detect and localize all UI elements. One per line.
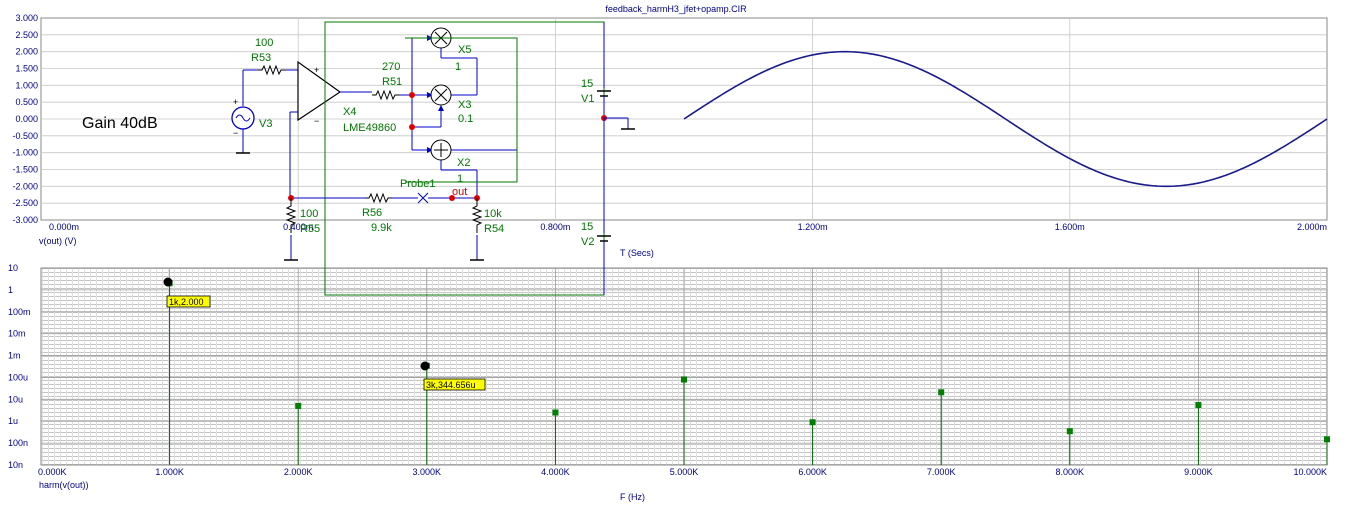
y-tick-label: 1.500 xyxy=(15,64,38,74)
x-tick-label: 1.000K xyxy=(155,467,184,477)
y-tick-label: -2.500 xyxy=(12,198,38,208)
cursor2-marker[interactable] xyxy=(420,361,430,371)
r56-value: 9.9k xyxy=(371,222,392,234)
simulation-canvas: feedback_harmH3_jfet+opamp.CIR 3.000 2.50… xyxy=(8,4,1330,502)
harmonic-x-ticks: 0.000K 1.000K 2.000K 3.000K 4.000K 5.000K 6.00… xyxy=(38,467,1327,477)
x-tick-label: 0.000K xyxy=(38,467,67,477)
x-tick-label: 10.000K xyxy=(1293,467,1327,477)
cursor1-marker[interactable] xyxy=(163,277,173,287)
r51-name: R51 xyxy=(382,76,402,88)
y-tick-label: 1.000 xyxy=(15,80,38,90)
x4-name: X4 xyxy=(343,106,356,118)
harmonic-plot: 10 1 100m 10m 1m 100u 10u 1u 100n 10n 0.000K 1.000… xyxy=(8,263,1330,502)
transient-x-axis-label: T (Secs) xyxy=(620,248,654,258)
v2-value: 15 xyxy=(581,221,593,233)
gain-label: Gain 40dB xyxy=(82,115,158,132)
harmonic-bar-marker xyxy=(1324,436,1330,443)
harmonic-trace-label: harm(v(out)) xyxy=(39,480,89,490)
x-tick-label: 3.000K xyxy=(413,467,442,477)
x-tick-label: 2.000K xyxy=(284,467,313,477)
y-tick-label: 10u xyxy=(8,394,23,404)
r56-name: R56 xyxy=(362,207,382,219)
x-tick-label: 1.200m xyxy=(798,222,828,232)
x4-part: LME49860 xyxy=(343,122,396,134)
harmonic-bar-marker xyxy=(1066,428,1073,435)
x2-gain: 1 xyxy=(457,173,463,185)
node-junction xyxy=(409,92,415,98)
y-tick-label: 10n xyxy=(8,460,23,470)
x-tick-label: 2.000m xyxy=(1297,222,1327,232)
x-tick-label: 9.000K xyxy=(1184,467,1213,477)
x5-gain: 1 xyxy=(455,61,461,73)
x-tick-label: 6.000K xyxy=(798,467,827,477)
out-node-label: out xyxy=(452,186,467,198)
r53-value: 100 xyxy=(255,37,273,49)
probe-name: Probe1 xyxy=(400,178,435,190)
x-tick-label: 8.000K xyxy=(1056,467,1085,477)
r55-name: R55 xyxy=(300,223,320,235)
transient-y-ticks: 3.000 2.500 2.000 1.500 1.000 0.500 0.000 -0.50… xyxy=(12,13,38,225)
simulation-window: feedback_harmH3_jfet+opamp.CIR 3.000 2.50… xyxy=(0,0,1353,515)
opamp-minus: − xyxy=(314,116,319,126)
harmonic-y-ticks: 10 1 100m 10m 1m 100u 10u 1u 100n 10n xyxy=(8,263,31,470)
x2-name: X2 xyxy=(457,157,470,169)
window-title: feedback_harmH3_jfet+opamp.CIR xyxy=(605,4,747,14)
r54-name: R54 xyxy=(484,223,504,235)
x-tick-label: 1.600m xyxy=(1055,222,1085,232)
y-tick-label: -3.000 xyxy=(12,215,38,225)
y-tick-label: 1 xyxy=(8,285,13,295)
harmonic-bar-marker xyxy=(552,409,559,416)
resistor-r54[interactable]: 10k R54 xyxy=(470,198,504,261)
harmonic-bar-marker xyxy=(809,419,816,426)
x-tick-label: 7.000K xyxy=(927,467,956,477)
transient-trace-label: v(out) (V) xyxy=(39,236,77,246)
v3-minus: − xyxy=(233,128,238,138)
y-tick-label: 2.500 xyxy=(15,30,38,40)
y-tick-label: 1u xyxy=(8,416,18,426)
y-tick-label: -2.000 xyxy=(12,181,38,191)
y-tick-label: -1.500 xyxy=(12,165,38,175)
x-tick-label: 0.000m xyxy=(49,222,79,232)
r55-value: 100 xyxy=(300,208,318,220)
y-tick-label: 100m xyxy=(8,307,31,317)
y-tick-label: 0.500 xyxy=(15,97,38,107)
r51-value: 270 xyxy=(382,61,400,73)
y-tick-label: 0.000 xyxy=(15,114,38,124)
y-tick-label: 10m xyxy=(8,329,26,339)
node-junction xyxy=(409,124,415,130)
cursor1-flag-label: 1k,2.000 xyxy=(169,297,204,307)
r53-name: R53 xyxy=(251,52,271,64)
v3-plus: + xyxy=(233,97,238,107)
harmonic-bar-marker xyxy=(938,389,945,396)
r54-value: 10k xyxy=(484,208,502,220)
y-tick-label: 2.000 xyxy=(15,47,38,57)
x-tick-label: 0.800m xyxy=(540,222,570,232)
v1-name: V1 xyxy=(581,93,594,105)
v1-value: 15 xyxy=(581,78,593,90)
y-tick-label: -0.500 xyxy=(12,131,38,141)
x3-name: X3 xyxy=(458,99,471,111)
cursor2-flag-label: 3k,344.656u xyxy=(426,380,476,390)
y-tick-label: 100u xyxy=(8,372,28,382)
y-tick-label: 10 xyxy=(8,263,18,273)
x-tick-label: 4.000K xyxy=(541,467,570,477)
harmonic-bar-marker xyxy=(1195,402,1202,409)
harmonic-x-axis-label: F (Hz) xyxy=(620,492,645,502)
opamp-plus: + xyxy=(314,65,319,75)
v3-name: V3 xyxy=(259,118,272,130)
y-tick-label: 1m xyxy=(8,351,21,361)
x-tick-label: 5.000K xyxy=(670,467,699,477)
y-tick-label: 3.000 xyxy=(15,13,38,23)
v2-name: V2 xyxy=(581,236,594,248)
x3-gain: 0.1 xyxy=(458,113,473,125)
harmonic-bar-marker xyxy=(295,402,302,409)
transient-x-ticks: 0.000m 0.400m 0.800m 1.200m 1.600m 2.000m xyxy=(49,222,1327,232)
x5-name: X5 xyxy=(458,44,471,56)
harmonic-bar-marker xyxy=(681,376,687,383)
transient-plot: 3.000 2.500 2.000 1.500 1.000 0.500 0.000 -0.50… xyxy=(12,13,1328,258)
y-tick-label: 100n xyxy=(8,438,28,448)
y-tick-label: -1.000 xyxy=(12,148,38,158)
